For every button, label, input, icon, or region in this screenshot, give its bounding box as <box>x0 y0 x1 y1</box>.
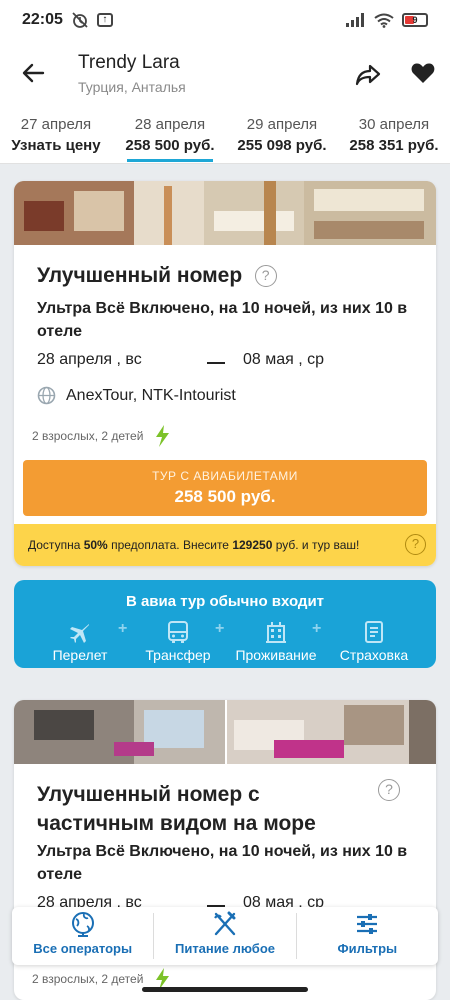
date-tab-date: 29 апреля <box>246 116 318 133</box>
included-item-transfer: Трансфер <box>142 620 214 663</box>
status-time: 22:05 <box>22 11 63 28</box>
favorite-heart-icon[interactable] <box>410 60 436 86</box>
plus-sign: + <box>118 620 128 637</box>
meal-plan: Ультра Всё Включено, на 10 ночей, из них… <box>37 300 408 340</box>
globe-icon <box>37 386 56 405</box>
filters-label: Фильтры <box>337 941 398 956</box>
date-dash <box>207 362 225 364</box>
buy-button-label: ТУР С АВИАБИЛЕТАМИ <box>152 469 298 483</box>
meal-filter-label: Питание любое <box>174 941 275 956</box>
included-item-insurance: Страховка <box>332 620 416 663</box>
plus-sign: + <box>312 620 322 637</box>
date-tab-price: 255 098 руб. <box>237 137 327 154</box>
operators-row: AnexTour, NTK-Intourist <box>37 386 236 405</box>
hotel-icon <box>266 622 286 643</box>
buy-button-price: 258 500 руб. <box>174 487 276 506</box>
room-title: Улучшенный номер с частичным видом на мо… <box>37 783 316 835</box>
globe-icon <box>71 912 94 937</box>
prepay-text: Доступна 50% предоплата. Внесите 129250 … <box>28 538 360 552</box>
status-bar: 22:05 ↑ 9 <box>0 0 450 40</box>
included-banner: В авиа тур обычно входит Перелет + Транс… <box>14 580 436 668</box>
hotel-name: Trendy Lara <box>78 52 180 73</box>
help-question-icon[interactable]: ? <box>378 779 400 801</box>
date-tabs: 27 апреля Узнать цену 28 апреля 258 500 … <box>0 108 450 164</box>
date-tab-price: Узнать цену <box>11 137 101 154</box>
active-tab-indicator <box>127 159 213 162</box>
included-item-accommodation: Проживание <box>230 620 322 663</box>
room-title-row: Улучшенный номер ? <box>37 261 397 290</box>
wifi-icon <box>374 13 394 28</box>
hotel-location: Турция, Анталья <box>78 79 186 95</box>
date-from: 28 апреля , вс <box>37 351 142 368</box>
bus-icon <box>168 621 188 643</box>
offer-card[interactable]: Улучшенный номер ? Ультра Всё Включено, … <box>14 181 436 566</box>
date-tab-price: 258 500 руб. <box>125 137 215 154</box>
filters-button[interactable]: Фильтры <box>297 907 438 965</box>
date-to: 08 мая , ср <box>243 351 325 368</box>
date-tab-date: 30 апреля <box>358 116 430 133</box>
room-photos[interactable] <box>14 700 436 764</box>
pax-text: 2 взрослых, 2 детей <box>32 972 144 986</box>
all-operators-button[interactable]: Все операторы <box>12 907 153 965</box>
included-item-flight: Перелет <box>48 620 112 663</box>
date-tab-30[interactable]: 30 апреля 258 351 руб. <box>346 116 442 154</box>
pax-row: 2 взрослых, 2 детей <box>32 425 171 447</box>
prepay-help-icon[interactable]: ? <box>405 534 426 555</box>
lightning-icon <box>156 425 170 447</box>
meal-filter-button[interactable]: Питание любое <box>154 907 295 965</box>
bottom-filter-bar: Все операторы Питание любое Фильтры <box>12 907 438 965</box>
meal-plan: Ультра Всё Включено, на 10 ночей, из них… <box>37 843 408 883</box>
date-tab-28[interactable]: 28 апреля 258 500 руб. <box>122 116 218 162</box>
room-title-row: Улучшенный номер с частичным видом на мо… <box>37 780 377 838</box>
operators-text: AnexTour, NTK-Intourist <box>66 386 236 404</box>
back-arrow-icon[interactable] <box>18 58 48 88</box>
battery-icon: 9 <box>402 13 428 27</box>
cutlery-icon <box>214 911 236 936</box>
all-operators-label: Все операторы <box>33 941 133 956</box>
plus-sign: + <box>215 620 225 637</box>
room-photos[interactable] <box>14 181 436 245</box>
signal-icon <box>346 13 364 27</box>
alarm-off-icon <box>72 12 88 28</box>
included-title: В авиа тур обычно входит <box>125 593 325 610</box>
date-tab-date: 27 апреля <box>20 116 92 133</box>
share-icon[interactable] <box>354 60 382 88</box>
insurance-icon <box>365 621 383 643</box>
plane-icon <box>70 624 89 643</box>
buy-tour-button[interactable]: ТУР С АВИАБИЛЕТАМИ 258 500 руб. <box>23 460 427 516</box>
prepay-banner[interactable]: Доступна 50% предоплата. Внесите 129250 … <box>14 524 436 566</box>
tour-dates: 28 апреля , вс 08 мая , ср <box>37 351 417 375</box>
filters-icon <box>357 914 378 934</box>
date-tab-price: 258 351 руб. <box>349 137 439 154</box>
pax-text: 2 взрослых, 2 детей <box>32 429 144 443</box>
room-title: Улучшенный номер <box>37 264 243 287</box>
home-indicator[interactable] <box>142 987 308 992</box>
app-header: Trendy Lara Турция, Анталья <box>0 40 450 108</box>
help-question-icon[interactable]: ? <box>254 265 277 287</box>
date-tab-date: 28 апреля <box>134 116 206 133</box>
date-tab-27[interactable]: 27 апреля Узнать цену <box>8 116 104 154</box>
date-tab-29[interactable]: 29 апреля 255 098 руб. <box>234 116 330 154</box>
upload-icon: ↑ <box>96 13 113 27</box>
hotel-title-block: Trendy Lara Турция, Анталья <box>78 52 186 95</box>
